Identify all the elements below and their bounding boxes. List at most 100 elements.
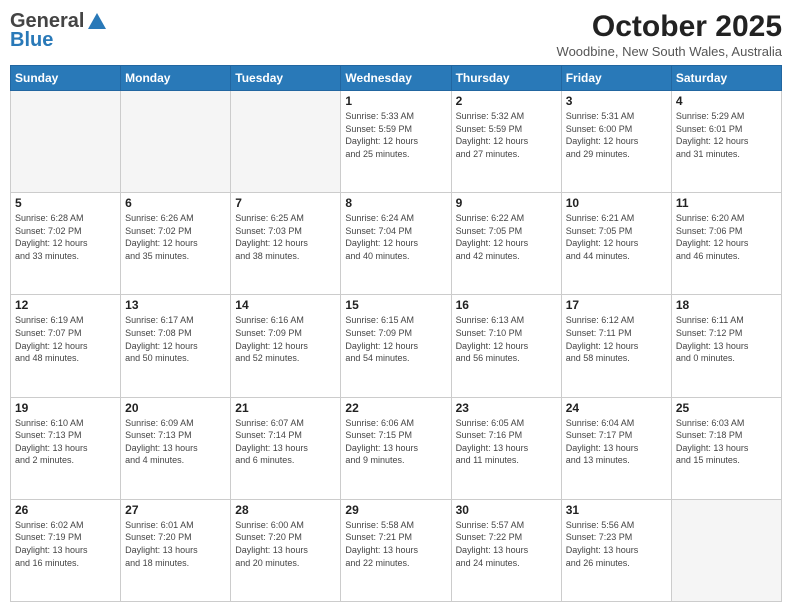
day-info: Sunrise: 6:13 AM Sunset: 7:10 PM Dayligh… (456, 314, 557, 364)
day-number: 10 (566, 196, 667, 210)
col-tuesday: Tuesday (231, 66, 341, 91)
header-row: Sunday Monday Tuesday Wednesday Thursday… (11, 66, 782, 91)
day-cell: 25 Sunrise: 6:03 AM Sunset: 7:18 PM Dayli… (671, 397, 781, 499)
day-number: 12 (15, 298, 116, 312)
day-number: 24 (566, 401, 667, 415)
day-info: Sunrise: 6:21 AM Sunset: 7:05 PM Dayligh… (566, 212, 667, 262)
day-cell: 26Sunrise: 6:02 AM Sunset: 7:19 PM Dayli… (11, 499, 121, 601)
col-friday: Friday (561, 66, 671, 91)
day-number: 18 (676, 298, 777, 312)
day-info: Sunrise: 6:04 AM Sunset: 7:17 PM Dayligh… (566, 417, 667, 467)
day-cell: 6Sunrise: 6:26 AM Sunset: 7:02 PM Daylig… (121, 193, 231, 295)
day-info: Sunrise: 6:20 AM Sunset: 7:06 PM Dayligh… (676, 212, 777, 262)
day-info: Sunrise: 5:32 AM Sunset: 5:59 PM Dayligh… (456, 110, 557, 160)
day-number: 5 (15, 196, 116, 210)
day-cell: 14 Sunrise: 6:16 AM Sunset: 7:09 PM Dayli… (231, 295, 341, 397)
day-cell: 18 Sunrise: 6:11 AM Sunset: 7:12 PM Dayli… (671, 295, 781, 397)
day-cell (11, 91, 121, 193)
day-info: Sunrise: 6:11 AM Sunset: 7:12 PM Dayligh… (676, 314, 777, 364)
day-cell: 27 Sunrise: 6:01 AM Sunset: 7:20 PM Dayli… (121, 499, 231, 601)
day-cell: 1 Sunrise: 5:33 AM Sunset: 5:59 PM Daylig… (341, 91, 451, 193)
day-number: 6 (125, 196, 226, 210)
day-cell: 4Sunrise: 5:29 AM Sunset: 6:01 PM Daylig… (671, 91, 781, 193)
day-info: Sunrise: 5:58 AM Sunset: 7:21 PM Dayligh… (345, 519, 446, 569)
day-info: Sunrise: 6:00 AM Sunset: 7:20 PM Dayligh… (235, 519, 336, 569)
day-cell: 17Sunrise: 6:12 AM Sunset: 7:11 PM Dayli… (561, 295, 671, 397)
day-number: 8 (345, 196, 446, 210)
day-number: 13 (125, 298, 226, 312)
day-info: Sunrise: 6:01 AM Sunset: 7:20 PM Dayligh… (125, 519, 226, 569)
day-info: Sunrise: 5:57 AM Sunset: 7:22 PM Dayligh… (456, 519, 557, 569)
day-cell: 13Sunrise: 6:17 AM Sunset: 7:08 PM Dayli… (121, 295, 231, 397)
day-number: 28 (235, 503, 336, 517)
day-cell: 21Sunrise: 6:07 AM Sunset: 7:14 PM Dayli… (231, 397, 341, 499)
day-info: Sunrise: 6:16 AM Sunset: 7:09 PM Dayligh… (235, 314, 336, 364)
day-info: Sunrise: 6:24 AM Sunset: 7:04 PM Dayligh… (345, 212, 446, 262)
day-cell (121, 91, 231, 193)
day-number: 19 (15, 401, 116, 415)
day-info: Sunrise: 6:22 AM Sunset: 7:05 PM Dayligh… (456, 212, 557, 262)
day-cell: 16Sunrise: 6:13 AM Sunset: 7:10 PM Dayli… (451, 295, 561, 397)
week-row-3: 19 Sunrise: 6:10 AM Sunset: 7:13 PM Dayli… (11, 397, 782, 499)
day-number: 3 (566, 94, 667, 108)
day-number: 9 (456, 196, 557, 210)
day-number: 29 (345, 503, 446, 517)
day-number: 1 (345, 94, 446, 108)
day-info: Sunrise: 6:28 AM Sunset: 7:02 PM Dayligh… (15, 212, 116, 262)
day-info: Sunrise: 6:09 AM Sunset: 7:13 PM Dayligh… (125, 417, 226, 467)
day-cell: 19 Sunrise: 6:10 AM Sunset: 7:13 PM Dayli… (11, 397, 121, 499)
day-cell: 15Sunrise: 6:15 AM Sunset: 7:09 PM Dayli… (341, 295, 451, 397)
day-number: 2 (456, 94, 557, 108)
day-cell: 2 Sunrise: 5:32 AM Sunset: 5:59 PM Daylig… (451, 91, 561, 193)
day-cell: 7 Sunrise: 6:25 AM Sunset: 7:03 PM Daylig… (231, 193, 341, 295)
col-saturday: Saturday (671, 66, 781, 91)
col-sunday: Sunday (11, 66, 121, 91)
day-number: 27 (125, 503, 226, 517)
day-cell: 8 Sunrise: 6:24 AM Sunset: 7:04 PM Daylig… (341, 193, 451, 295)
day-cell: 3Sunrise: 5:31 AM Sunset: 6:00 PM Daylig… (561, 91, 671, 193)
day-info: Sunrise: 5:33 AM Sunset: 5:59 PM Dayligh… (345, 110, 446, 160)
day-info: Sunrise: 6:10 AM Sunset: 7:13 PM Dayligh… (15, 417, 116, 467)
day-cell: 24 Sunrise: 6:04 AM Sunset: 7:17 PM Dayli… (561, 397, 671, 499)
header: General Blue October 2025 Woodbine, New … (10, 10, 782, 59)
logo-blue: Blue (10, 29, 53, 52)
day-cell: 10 Sunrise: 6:21 AM Sunset: 7:05 PM Dayli… (561, 193, 671, 295)
day-info: Sunrise: 6:02 AM Sunset: 7:19 PM Dayligh… (15, 519, 116, 569)
day-info: Sunrise: 6:12 AM Sunset: 7:11 PM Dayligh… (566, 314, 667, 364)
day-cell: 29 Sunrise: 5:58 AM Sunset: 7:21 PM Dayli… (341, 499, 451, 601)
calendar-page: General Blue October 2025 Woodbine, New … (0, 0, 792, 612)
title-block: October 2025 Woodbine, New South Wales, … (557, 10, 782, 59)
day-info: Sunrise: 6:15 AM Sunset: 7:09 PM Dayligh… (345, 314, 446, 364)
day-number: 20 (125, 401, 226, 415)
day-info: Sunrise: 6:05 AM Sunset: 7:16 PM Dayligh… (456, 417, 557, 467)
day-cell: 20 Sunrise: 6:09 AM Sunset: 7:13 PM Dayli… (121, 397, 231, 499)
day-number: 25 (676, 401, 777, 415)
day-cell (231, 91, 341, 193)
day-number: 11 (676, 196, 777, 210)
day-cell: 23Sunrise: 6:05 AM Sunset: 7:16 PM Dayli… (451, 397, 561, 499)
day-cell: 9 Sunrise: 6:22 AM Sunset: 7:05 PM Daylig… (451, 193, 561, 295)
day-info: Sunrise: 6:19 AM Sunset: 7:07 PM Dayligh… (15, 314, 116, 364)
week-row-0: 1 Sunrise: 5:33 AM Sunset: 5:59 PM Daylig… (11, 91, 782, 193)
day-cell: 11 Sunrise: 6:20 AM Sunset: 7:06 PM Dayli… (671, 193, 781, 295)
day-info: Sunrise: 6:25 AM Sunset: 7:03 PM Dayligh… (235, 212, 336, 262)
day-info: Sunrise: 6:03 AM Sunset: 7:18 PM Dayligh… (676, 417, 777, 467)
day-cell: 31Sunrise: 5:56 AM Sunset: 7:23 PM Dayli… (561, 499, 671, 601)
week-row-2: 12 Sunrise: 6:19 AM Sunset: 7:07 PM Dayli… (11, 295, 782, 397)
day-info: Sunrise: 5:29 AM Sunset: 6:01 PM Dayligh… (676, 110, 777, 160)
day-cell: 28 Sunrise: 6:00 AM Sunset: 7:20 PM Dayli… (231, 499, 341, 601)
day-cell: 5 Sunrise: 6:28 AM Sunset: 7:02 PM Daylig… (11, 193, 121, 295)
week-row-1: 5 Sunrise: 6:28 AM Sunset: 7:02 PM Daylig… (11, 193, 782, 295)
logo: General Blue (10, 10, 110, 52)
day-number: 7 (235, 196, 336, 210)
day-info: Sunrise: 5:56 AM Sunset: 7:23 PM Dayligh… (566, 519, 667, 569)
logo-icon (86, 11, 108, 33)
day-number: 14 (235, 298, 336, 312)
col-thursday: Thursday (451, 66, 561, 91)
calendar-table: Sunday Monday Tuesday Wednesday Thursday… (10, 65, 782, 602)
col-wednesday: Wednesday (341, 66, 451, 91)
location: Woodbine, New South Wales, Australia (557, 44, 782, 59)
day-info: Sunrise: 6:07 AM Sunset: 7:14 PM Dayligh… (235, 417, 336, 467)
day-cell: 22Sunrise: 6:06 AM Sunset: 7:15 PM Dayli… (341, 397, 451, 499)
day-info: Sunrise: 6:06 AM Sunset: 7:15 PM Dayligh… (345, 417, 446, 467)
